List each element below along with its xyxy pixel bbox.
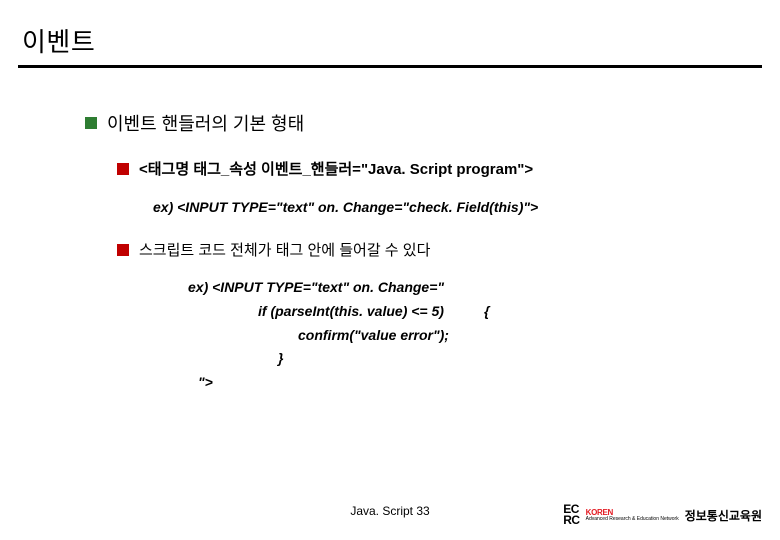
ex2-line3: confirm("value error"); — [298, 324, 780, 348]
ex2-line1: ex) <INPUT TYPE="text" on. Change=" — [188, 276, 780, 300]
ex2-line5: "> — [198, 371, 780, 395]
lvl2-syntax-text: <태그명 태그_속성 이벤트_핸들러="Java. Script program… — [139, 158, 533, 179]
ex2-line4: } — [278, 347, 780, 371]
footer-org-label: 정보통신교육원 — [685, 507, 762, 524]
content-area: 이벤트 핸들러의 기본 형태 <태그명 태그_속성 이벤트_핸들러="Java.… — [0, 68, 780, 395]
square-bullet-icon — [85, 117, 97, 129]
ex2-line2: if (parseInt(this. value) <= 5){ — [258, 300, 780, 324]
footer-right-block: EC RC KOREN Advanced Research & Educatio… — [563, 504, 762, 526]
lvl2-desc-text: 스크립트 코드 전체가 태그 안에 들어갈 수 있다 — [139, 239, 430, 260]
example-block-2: ex) <INPUT TYPE="text" on. Change=" if (… — [188, 276, 780, 395]
square-bullet-icon — [117, 244, 129, 256]
example-line-1: ex) <INPUT TYPE="text" on. Change="check… — [153, 199, 780, 215]
bullet-lvl2-desc: 스크립트 코드 전체가 태그 안에 들어갈 수 있다 — [117, 239, 780, 260]
slide-title: 이벤트 — [0, 0, 780, 63]
ecrc-logo: EC RC — [563, 504, 579, 526]
bullet-lvl2-syntax: <태그명 태그_속성 이벤트_핸들러="Java. Script program… — [117, 158, 780, 179]
square-bullet-icon — [117, 163, 129, 175]
bullet-lvl1: 이벤트 핸들러의 기본 형태 — [85, 110, 780, 136]
lvl1-text: 이벤트 핸들러의 기본 형태 — [107, 110, 304, 136]
ecrc-logo-row2: RC — [563, 515, 579, 526]
koren-subtext: Advanced Research & Education Network — [586, 517, 679, 522]
koren-block: KOREN Advanced Research & Education Netw… — [586, 509, 679, 522]
